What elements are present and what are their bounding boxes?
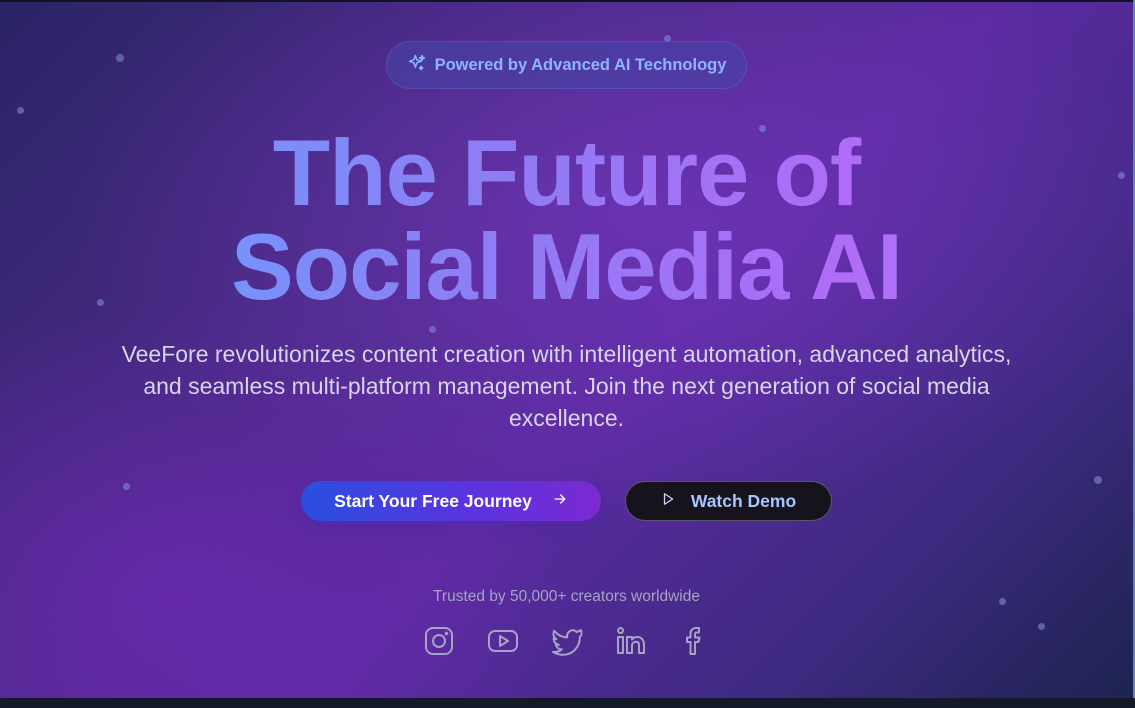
- particle-dot: [1038, 623, 1045, 630]
- start-free-journey-button[interactable]: Start Your Free Journey: [301, 481, 601, 521]
- sparkles-icon: [407, 53, 427, 78]
- ai-technology-badge: Powered by Advanced AI Technology: [386, 41, 747, 89]
- hero-title-line-2: Social Media AI: [0, 220, 1133, 314]
- particle-dot: [123, 483, 130, 490]
- hero-section: Powered by Advanced AI Technology The Fu…: [0, 2, 1133, 698]
- social-links: [422, 624, 712, 658]
- hero-title-line-1: The Future of: [0, 126, 1133, 220]
- watch-demo-button[interactable]: Watch Demo: [625, 481, 832, 521]
- watch-demo-label: Watch Demo: [690, 490, 797, 511]
- badge-text: Powered by Advanced AI Technology: [434, 55, 727, 74]
- trusted-by-text: Trusted by 50,000+ creators worldwide: [433, 588, 700, 605]
- linkedin-icon[interactable]: [614, 624, 648, 658]
- particle-dot: [17, 107, 24, 114]
- youtube-icon[interactable]: [486, 624, 520, 658]
- twitter-icon[interactable]: [550, 624, 584, 658]
- particle-dot: [1094, 476, 1102, 484]
- facebook-icon[interactable]: [678, 624, 712, 658]
- particle-dot: [116, 54, 124, 62]
- arrow-right-icon: [544, 491, 568, 512]
- particle-dot: [429, 326, 436, 333]
- bottom-edge: [0, 698, 1135, 708]
- hero-subtitle: VeeFore revolutionizes content creation …: [121, 341, 1012, 431]
- instagram-icon[interactable]: [422, 624, 456, 658]
- play-icon: [661, 492, 675, 511]
- start-free-journey-label: Start Your Free Journey: [334, 490, 532, 511]
